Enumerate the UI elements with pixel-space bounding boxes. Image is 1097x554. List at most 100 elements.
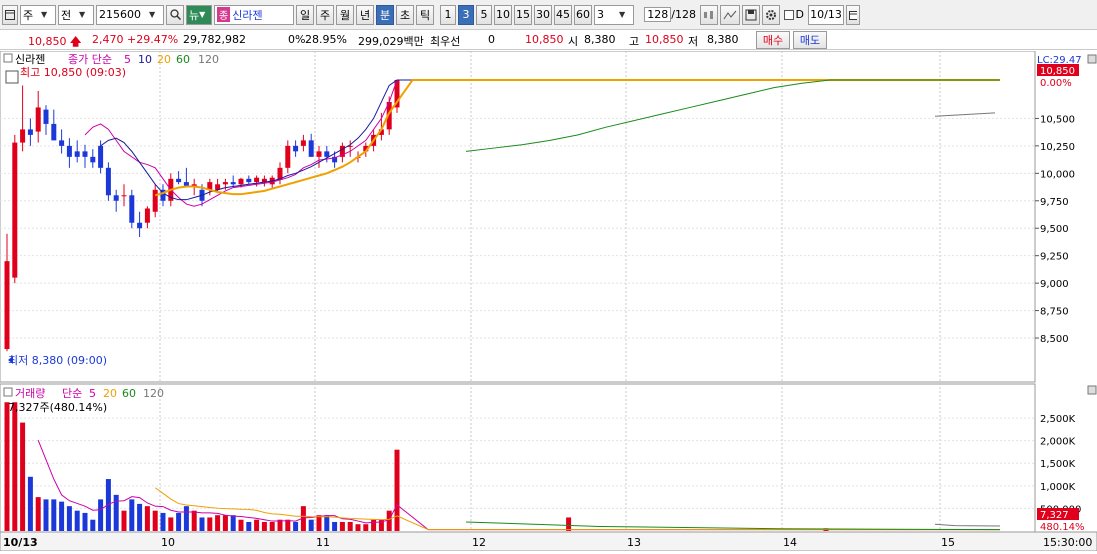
- volume-bar[interactable]: [176, 512, 182, 531]
- volume-bar[interactable]: [168, 517, 174, 531]
- volume-bar[interactable]: [199, 517, 205, 531]
- interval-60[interactable]: 60: [574, 4, 592, 25]
- period-day[interactable]: 일: [296, 4, 314, 25]
- candle-body[interactable]: [246, 178, 252, 183]
- type-select[interactable]: 주 ▼: [20, 4, 56, 25]
- volume-bar[interactable]: [51, 499, 57, 531]
- volume-bar[interactable]: [347, 521, 353, 531]
- candle-body[interactable]: [254, 177, 260, 183]
- panel-menu-icon[interactable]: [3, 387, 13, 397]
- candle-body[interactable]: [98, 145, 104, 168]
- volume-bar[interactable]: [566, 517, 572, 531]
- candlestick-chart[interactable]: 10,500 10,250 10,000 9,750 9,500 9,250 9,000 8,…: [0, 50, 1097, 552]
- volume-bar[interactable]: [246, 521, 252, 531]
- candle-body[interactable]: [113, 195, 119, 201]
- candle-body[interactable]: [43, 109, 49, 124]
- period-second[interactable]: 초: [396, 4, 414, 25]
- candle-body[interactable]: [152, 189, 158, 212]
- volume-bar[interactable]: [386, 510, 392, 531]
- volume-bar[interactable]: [43, 499, 49, 531]
- volume-bar[interactable]: [261, 521, 267, 531]
- candle-body[interactable]: [35, 107, 41, 132]
- volume-bar[interactable]: [152, 510, 158, 531]
- candle-body[interactable]: [230, 182, 236, 185]
- candle-body[interactable]: [27, 129, 33, 135]
- period-year[interactable]: 년: [356, 4, 374, 25]
- interval-15[interactable]: 15: [514, 4, 532, 25]
- volume-bar[interactable]: [20, 422, 26, 531]
- gear-icon[interactable]: [762, 4, 780, 25]
- candle-body[interactable]: [4, 261, 10, 350]
- interval-3[interactable]: 3: [458, 4, 474, 25]
- candle-body[interactable]: [74, 151, 80, 157]
- volume-bar[interactable]: [27, 476, 33, 531]
- sell-button[interactable]: 매도: [793, 31, 827, 49]
- calendar-icon[interactable]: [846, 4, 860, 25]
- panel-table-icon[interactable]: [5, 70, 19, 84]
- interval-45[interactable]: 45: [554, 4, 572, 25]
- candle-body[interactable]: [51, 123, 57, 141]
- volume-bar[interactable]: [74, 510, 80, 531]
- period-week[interactable]: 주: [316, 4, 334, 25]
- volume-bar[interactable]: [316, 515, 322, 531]
- volume-bar[interactable]: [324, 515, 330, 531]
- volume-bar[interactable]: [363, 524, 369, 531]
- candle-body[interactable]: [308, 140, 314, 157]
- candle-body[interactable]: [59, 140, 65, 146]
- candle-body[interactable]: [66, 145, 72, 157]
- candle-body[interactable]: [222, 182, 228, 185]
- volume-bar[interactable]: [144, 506, 150, 531]
- volume-bar[interactable]: [285, 519, 291, 531]
- volume-bar[interactable]: [121, 510, 127, 531]
- volume-bar[interactable]: [238, 519, 244, 531]
- volume-bar[interactable]: [66, 506, 72, 531]
- panel-menu-icon[interactable]: [3, 53, 13, 63]
- candle-body[interactable]: [90, 156, 96, 163]
- count-field[interactable]: 128 /128: [636, 5, 698, 25]
- code-input[interactable]: 215600 ▼: [96, 4, 164, 25]
- candle-body[interactable]: [285, 145, 291, 168]
- candle-body[interactable]: [238, 178, 244, 185]
- volume-bar[interactable]: [35, 497, 41, 531]
- date-input[interactable]: 10/13: [808, 4, 844, 25]
- volume-bar[interactable]: [160, 512, 166, 531]
- volume-bar[interactable]: [215, 515, 221, 531]
- panel-close-icon[interactable]: [1087, 385, 1097, 395]
- interval-30[interactable]: 30: [534, 4, 552, 25]
- candle-body[interactable]: [20, 129, 26, 143]
- volume-bar[interactable]: [308, 519, 314, 531]
- volume-bar[interactable]: [293, 521, 299, 531]
- period-month[interactable]: 월: [336, 4, 354, 25]
- candle-body[interactable]: [300, 140, 306, 146]
- period-tick[interactable]: 틱: [416, 4, 434, 25]
- volume-bar[interactable]: [269, 521, 275, 531]
- volume-bar[interactable]: [90, 519, 96, 531]
- volume-bar[interactable]: [82, 512, 88, 531]
- candle-body[interactable]: [129, 195, 135, 223]
- volume-bar[interactable]: [12, 402, 18, 531]
- candle-body[interactable]: [121, 195, 127, 197]
- search-icon[interactable]: [166, 4, 184, 25]
- interval-10[interactable]: 10: [494, 4, 512, 25]
- interval-select[interactable]: 3 ▼: [594, 4, 634, 25]
- candle-icon[interactable]: [700, 4, 718, 25]
- news-button[interactable]: 뉴 ▼: [186, 4, 212, 25]
- volume-bar[interactable]: [230, 515, 236, 531]
- volume-bar[interactable]: [222, 515, 228, 531]
- candle-body[interactable]: [105, 167, 111, 196]
- candle-body[interactable]: [316, 151, 322, 157]
- buy-button[interactable]: 매수: [756, 31, 790, 49]
- window-icon[interactable]: [2, 4, 18, 25]
- volume-bar[interactable]: [129, 499, 135, 531]
- volume-bar[interactable]: [113, 494, 119, 531]
- candle-body[interactable]: [12, 142, 18, 278]
- volume-bar[interactable]: [183, 506, 189, 531]
- save-icon[interactable]: [742, 4, 760, 25]
- volume-bar[interactable]: [371, 519, 377, 531]
- period-select[interactable]: 전 ▼: [58, 4, 94, 25]
- candle-body[interactable]: [137, 222, 143, 229]
- volume-bar[interactable]: [355, 524, 361, 531]
- volume-bar[interactable]: [339, 521, 345, 531]
- date-checkbox[interactable]: D: [782, 5, 806, 25]
- interval-5[interactable]: 5: [476, 4, 492, 25]
